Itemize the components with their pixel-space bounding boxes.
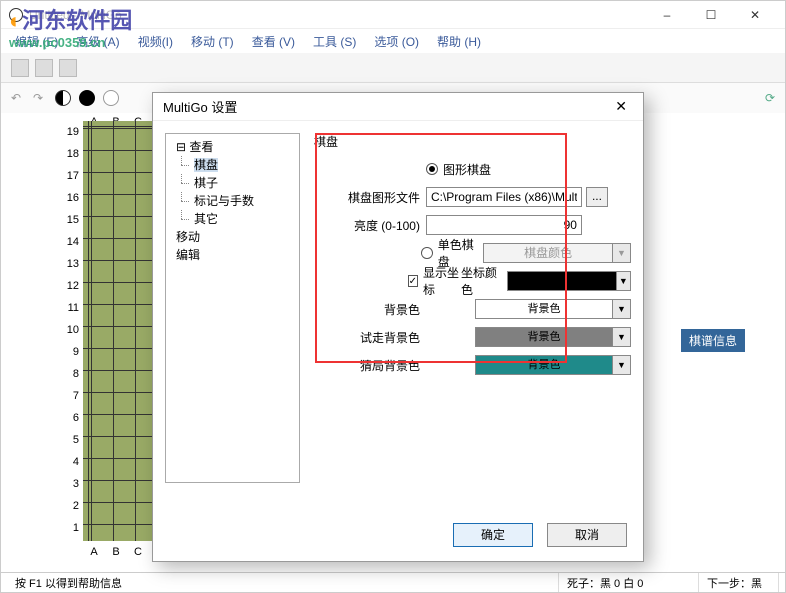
- guess-bg-swatch[interactable]: 背景色: [475, 355, 613, 375]
- coord-color-dropdown[interactable]: ▼: [617, 271, 631, 291]
- status-help: 按 F1 以得到帮助信息: [7, 573, 559, 592]
- tree-board: 棋盘: [172, 156, 293, 174]
- app-icon: [9, 8, 23, 22]
- ok-button[interactable]: 确定: [453, 523, 533, 547]
- coords-left: 191817 161514 131211 1098 765 432 1: [63, 121, 83, 541]
- status-captured: 死子：黑 0 白 0: [559, 573, 699, 592]
- dialog-titlebar: MultiGo 设置 ✕: [153, 93, 643, 121]
- guess-bg-label: 猜局背景色: [314, 357, 426, 374]
- menu-edit[interactable]: 编辑 (E): [7, 31, 66, 52]
- dialog-footer: 确定 取消: [153, 513, 643, 557]
- undo-icon[interactable]: ↶: [11, 91, 25, 105]
- radio-graphic-label[interactable]: 图形棋盘: [443, 161, 491, 178]
- browse-button[interactable]: ...: [586, 187, 608, 207]
- menu-view[interactable]: 查看 (V): [244, 31, 303, 52]
- dialog-title: MultiGo 设置: [163, 97, 237, 116]
- guess-bg-dropdown[interactable]: ▼: [613, 355, 631, 375]
- menu-tools[interactable]: 工具 (S): [305, 31, 364, 52]
- cancel-button[interactable]: 取消: [547, 523, 627, 547]
- show-coords-label[interactable]: 显示坐标: [423, 264, 461, 298]
- minimize-button[interactable]: –: [645, 1, 689, 29]
- trial-bg-dropdown[interactable]: ▼: [613, 327, 631, 347]
- menu-help[interactable]: 帮助 (H): [429, 31, 489, 52]
- board-file-label: 棋盘图形文件: [314, 189, 426, 206]
- window-title: Untitled - MultiGo: [29, 8, 122, 22]
- group-board: 棋盘: [314, 133, 631, 150]
- dialog-close-button[interactable]: ✕: [609, 96, 633, 117]
- show-coords-checkbox[interactable]: [408, 275, 418, 287]
- stone-black-icon[interactable]: [79, 90, 95, 106]
- coord-color-label: 坐标颜色: [461, 264, 499, 298]
- tree-marks[interactable]: 标记与手数: [172, 192, 293, 210]
- radio-graphic-board[interactable]: [426, 163, 438, 175]
- radio-mono-board[interactable]: [421, 247, 432, 259]
- menu-options[interactable]: 选项 (O): [366, 31, 427, 52]
- tree-edit[interactable]: 编辑: [172, 246, 293, 264]
- toolbar-main: [1, 53, 785, 83]
- menu-move[interactable]: 移动 (T): [183, 31, 242, 52]
- maximize-button[interactable]: ☐: [689, 1, 733, 29]
- tool-save-icon[interactable]: [35, 59, 53, 77]
- titlebar: Untitled - MultiGo – ☐ ✕: [1, 1, 785, 29]
- tree-stone[interactable]: 棋子: [172, 174, 293, 192]
- tree-other[interactable]: 其它: [172, 210, 293, 228]
- trial-bg-label: 试走背景色: [314, 329, 426, 346]
- info-panel-tab[interactable]: 棋谱信息: [681, 329, 745, 352]
- settings-panel: 棋盘 图形棋盘 棋盘图形文件 ... 亮度 (0-100) 单色棋盘: [314, 133, 631, 501]
- status-next: 下一步：黑: [699, 573, 779, 592]
- bg-color-label: 背景色: [314, 301, 426, 318]
- stone-bw-icon[interactable]: [55, 90, 71, 106]
- settings-tree[interactable]: 查看 棋盘 棋子 标记与手数 其它 移动 编辑: [165, 133, 300, 483]
- tree-move[interactable]: 移动: [172, 228, 293, 246]
- bg-color-swatch[interactable]: 背景色: [475, 299, 613, 319]
- tree-view[interactable]: 查看: [172, 138, 293, 156]
- menu-video[interactable]: 视频(I): [130, 31, 181, 52]
- tool-print-icon[interactable]: [59, 59, 77, 77]
- board-file-input[interactable]: [426, 187, 582, 207]
- board-color-combo: 棋盘颜色▼: [483, 243, 631, 263]
- menu-advanced[interactable]: 高级 (A): [68, 31, 127, 52]
- settings-dialog: MultiGo 设置 ✕ 查看 棋盘 棋子 标记与手数 其它 移动 编辑 棋盘 …: [152, 92, 644, 562]
- brightness-input[interactable]: [426, 215, 582, 235]
- stone-white-icon[interactable]: [103, 90, 119, 106]
- tool-open-icon[interactable]: [11, 59, 29, 77]
- coord-color-swatch[interactable]: [507, 271, 617, 291]
- brightness-label: 亮度 (0-100): [314, 217, 426, 234]
- trial-bg-swatch[interactable]: 背景色: [475, 327, 613, 347]
- status-bar: 按 F1 以得到帮助信息 死子：黑 0 白 0 下一步：黑: [1, 572, 785, 592]
- menubar: 编辑 (E) 高级 (A) 视频(I) 移动 (T) 查看 (V) 工具 (S)…: [1, 29, 785, 53]
- bg-color-dropdown[interactable]: ▼: [613, 299, 631, 319]
- close-button[interactable]: ✕: [733, 1, 777, 29]
- refresh-icon[interactable]: ⟳: [765, 91, 775, 105]
- redo-icon[interactable]: ↷: [33, 91, 47, 105]
